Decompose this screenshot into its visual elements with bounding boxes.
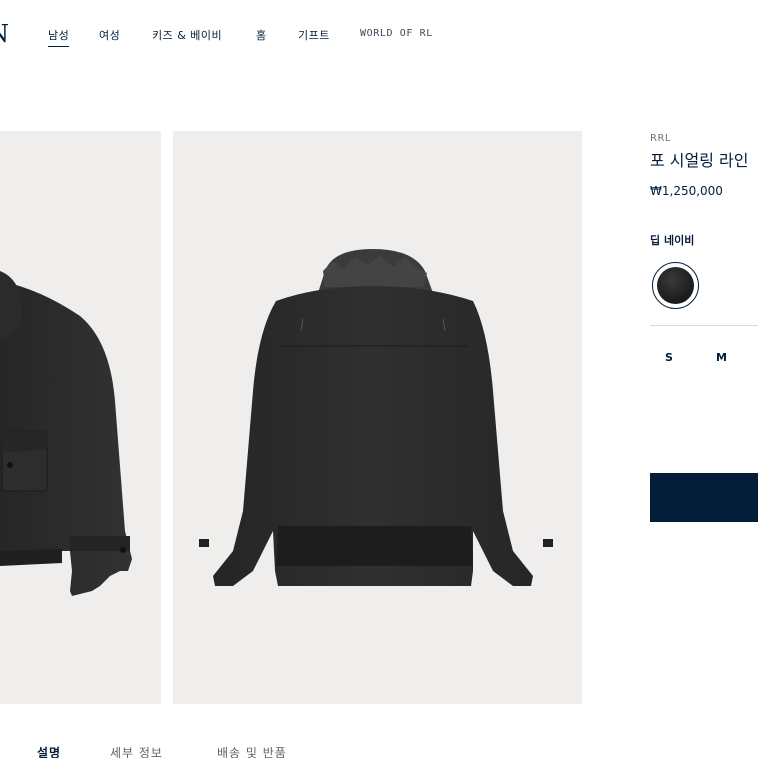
tab-description[interactable]: 설명 <box>37 744 61 758</box>
product-brand[interactable]: RRL <box>650 133 671 144</box>
product-price: ₩1,250,000 <box>650 184 723 198</box>
jacket-back-illustration <box>199 249 553 586</box>
nav-item-gift[interactable]: 기프트 <box>298 27 330 43</box>
product-image-front[interactable] <box>0 131 161 704</box>
brand-logo[interactable]: N <box>0 20 9 48</box>
size-option-s[interactable]: S <box>665 351 673 364</box>
size-option-m[interactable]: M <box>716 351 727 364</box>
product-title: 포 시얼링 라인 <box>650 151 749 170</box>
color-swatch-deep-navy[interactable] <box>652 262 699 309</box>
tab-shipping-returns[interactable]: 배송 및 반품 <box>217 744 287 758</box>
jacket-front-illustration <box>0 271 132 596</box>
divider <box>650 325 758 326</box>
product-image-back[interactable] <box>173 131 582 704</box>
nav-item-world-of-rl[interactable]: WORLD OF RL <box>360 28 433 39</box>
nav-item-men[interactable]: 남성 <box>48 27 70 47</box>
nav-item-home[interactable]: 홈 <box>256 27 267 43</box>
tab-details[interactable]: 세부 정보 <box>110 744 163 758</box>
selected-color-label: 딥 네이비 <box>650 234 695 247</box>
add-to-bag-button[interactable] <box>650 473 758 522</box>
nav-item-women[interactable]: 여성 <box>99 27 120 43</box>
nav-item-kids-baby[interactable]: 키즈 & 베이비 <box>152 27 222 43</box>
